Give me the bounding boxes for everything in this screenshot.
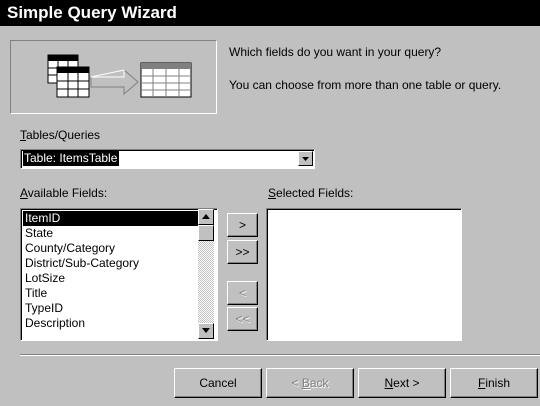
intro-hint: You can choose from more than one table … <box>229 78 502 92</box>
footer-divider-highlight <box>20 355 540 356</box>
list-item[interactable]: ItemID <box>23 211 201 226</box>
wizard-illustration <box>10 40 217 114</box>
window-title-bar: Simple Query Wizard <box>0 0 540 26</box>
list-item[interactable]: County/Category <box>23 241 201 256</box>
list-item[interactable]: District/Sub-Category <box>23 256 201 271</box>
scroll-up-button[interactable] <box>198 209 214 225</box>
available-fields-list[interactable]: ItemID State County/Category District/Su… <box>20 208 218 341</box>
list-item[interactable]: TypeID <box>23 301 201 316</box>
arrow-down-icon <box>202 328 210 333</box>
dropdown-arrow-button[interactable] <box>298 151 313 166</box>
back-button[interactable]: < Back <box>266 368 354 398</box>
selected-fields-label: Selected Fields: <box>268 186 354 200</box>
scroll-thumb[interactable] <box>198 225 214 241</box>
list-item[interactable]: State <box>23 226 201 241</box>
finish-button[interactable]: Finish <box>450 368 538 398</box>
list-item[interactable]: Description <box>23 316 201 331</box>
tables-to-query-icon <box>47 54 192 98</box>
remove-all-button[interactable]: << <box>227 307 258 331</box>
tables-queries-dropdown[interactable]: Table: ItemsTable <box>20 149 315 169</box>
tables-queries-value: Table: ItemsTable <box>23 151 120 166</box>
arrow-up-icon <box>202 214 210 219</box>
list-item[interactable]: LotSize <box>23 271 201 286</box>
list-item[interactable]: Title <box>23 286 201 301</box>
available-fields-scrollbar[interactable] <box>198 209 214 339</box>
cancel-button[interactable]: Cancel <box>174 368 262 398</box>
selected-fields-list[interactable] <box>266 208 462 341</box>
chevron-down-icon <box>302 157 309 161</box>
intro-question: Which fields do you want in your query? <box>229 45 442 59</box>
add-one-button[interactable]: > <box>227 213 258 237</box>
tables-queries-label: Tables/Queries <box>20 128 101 142</box>
window-title: Simple Query Wizard <box>7 3 177 22</box>
add-all-button[interactable]: >> <box>227 240 258 264</box>
scroll-down-button[interactable] <box>198 323 214 339</box>
next-button[interactable]: Next > <box>358 368 446 398</box>
available-fields-label: Available Fields: <box>20 186 108 200</box>
remove-one-button[interactable]: < <box>227 281 258 305</box>
